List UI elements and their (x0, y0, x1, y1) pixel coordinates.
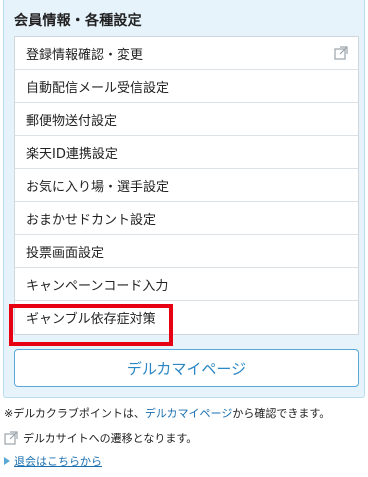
menu-item-label: キャンペーンコード入力 (26, 278, 169, 294)
menu-item-label: 投票画面設定 (26, 245, 105, 261)
menu-item-rakuten-id[interactable]: 楽天ID連携設定 (15, 136, 358, 169)
mypage-link[interactable]: デルカマイページ (145, 407, 232, 420)
point-note-prefix: ※デルカクラブポイントは、 (4, 407, 145, 420)
external-note-text: デルカサイトへの遷移となります。 (23, 432, 198, 445)
menu-item-favorites[interactable]: お気に入り場・選手設定 (15, 169, 358, 202)
mypage-button[interactable]: デルカマイページ (14, 349, 359, 387)
point-note: ※デルカクラブポイントは、デルカマイページから確認できます。 (4, 405, 330, 421)
menu-item-campaign-code[interactable]: キャンペーンコード入力 (15, 268, 358, 301)
menu-item-label: 楽天ID連携設定 (26, 146, 118, 162)
settings-panel: 会員情報・各種設定 登録情報確認・変更 自動配信メール受信設定 郵便物送付設定 … (3, 0, 365, 398)
withdraw-row: 退会はこちらから (4, 453, 102, 469)
external-link-icon (4, 431, 18, 445)
triangle-right-icon (4, 457, 10, 465)
menu-item-vote-screen[interactable]: 投票画面設定 (15, 235, 358, 268)
menu-item-auto-mail[interactable]: 自動配信メール受信設定 (15, 70, 358, 103)
point-note-suffix: から確認できます。 (232, 407, 331, 420)
menu-item-label: お気に入り場・選手設定 (26, 179, 170, 195)
menu-item-label: 郵便物送付設定 (26, 113, 118, 129)
section-title: 会員情報・各種設定 (14, 13, 142, 29)
menu-item-omakase[interactable]: おまかせドカント設定 (15, 202, 358, 235)
withdraw-link[interactable]: 退会はこちらから (14, 453, 102, 469)
menu-item-label: おまかせドカント設定 (26, 212, 157, 228)
menu-item-label: 登録情報確認・変更 (26, 47, 144, 63)
menu-item-gambling-addiction[interactable]: ギャンブル依存症対策 (15, 301, 358, 334)
menu-item-postal[interactable]: 郵便物送付設定 (15, 103, 358, 136)
settings-menu: 登録情報確認・変更 自動配信メール受信設定 郵便物送付設定 楽天ID連携設定 お… (14, 36, 359, 335)
menu-item-label: 自動配信メール受信設定 (26, 80, 170, 96)
external-link-icon (334, 46, 348, 60)
menu-item-registration-info[interactable]: 登録情報確認・変更 (15, 37, 358, 70)
external-note: デルカサイトへの遷移となります。 (4, 430, 197, 446)
menu-item-label: ギャンブル依存症対策 (26, 312, 156, 327)
